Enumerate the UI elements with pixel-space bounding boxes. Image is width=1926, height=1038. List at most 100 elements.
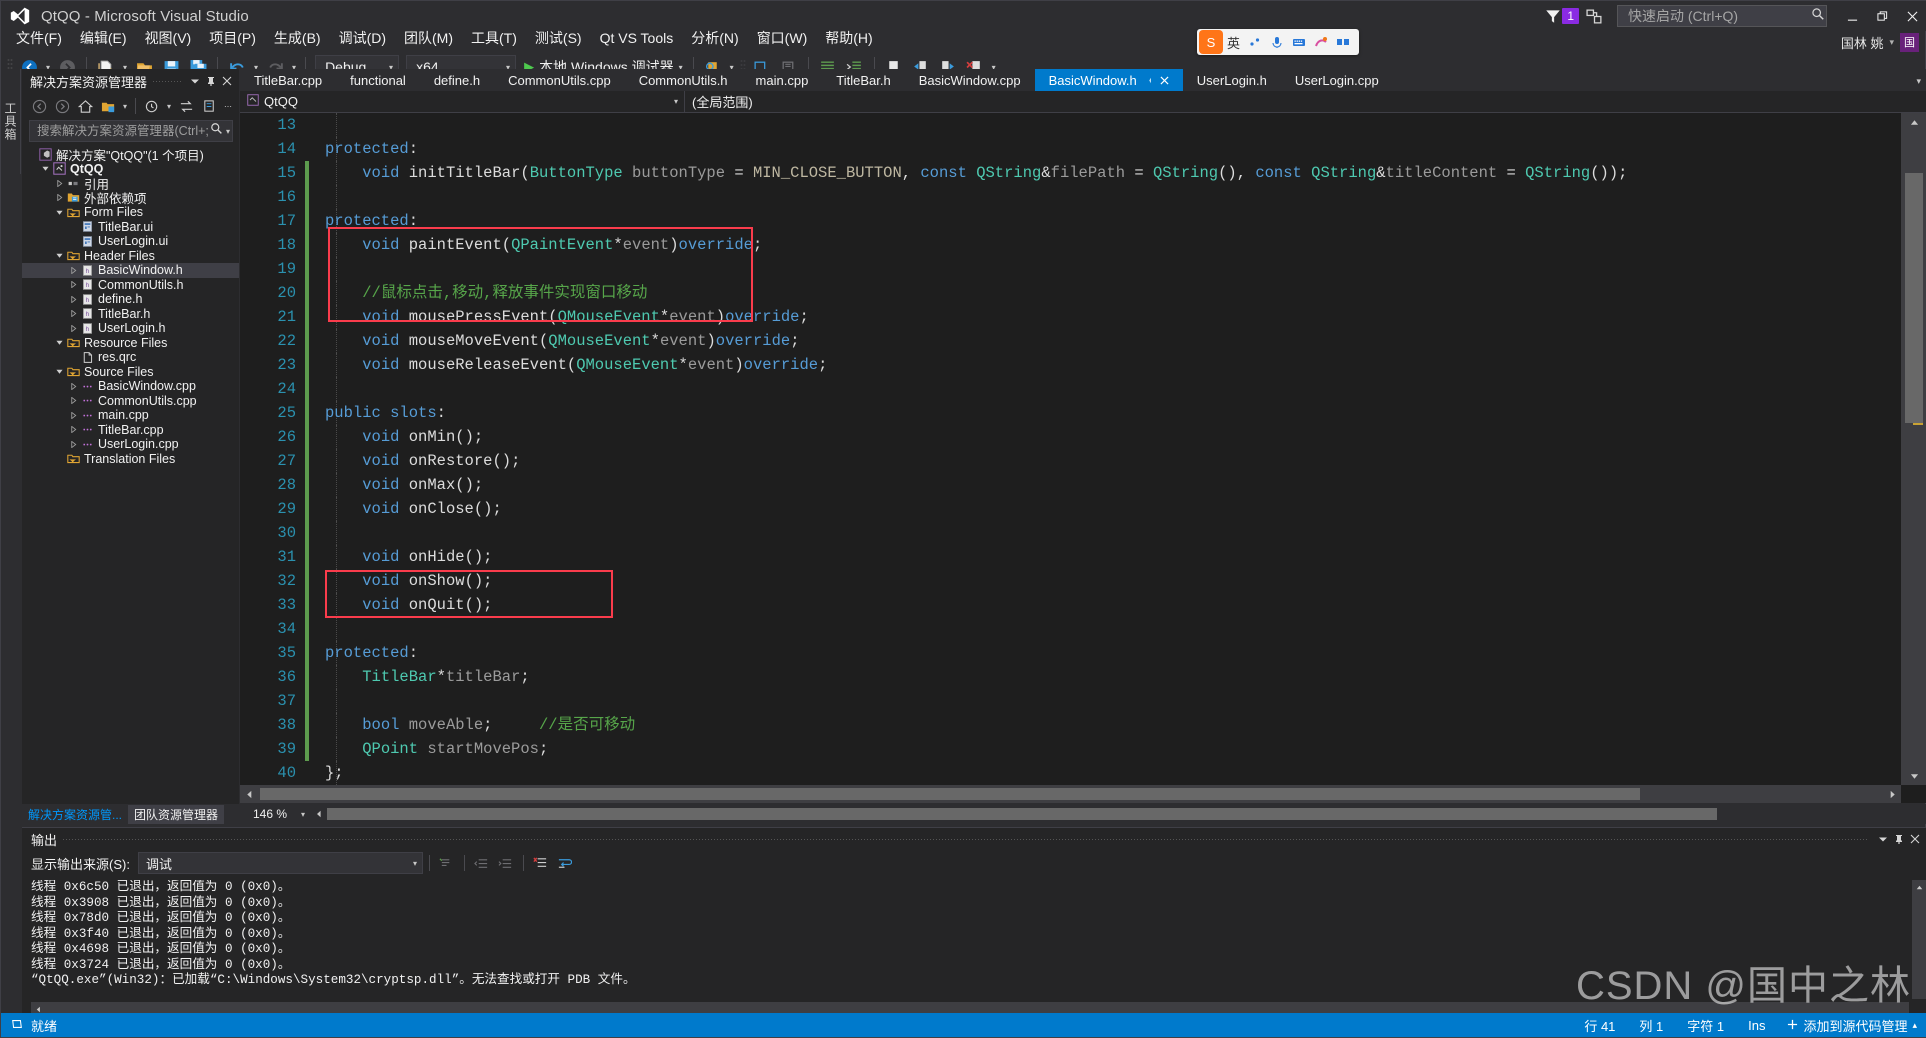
- code-line-13[interactable]: 13: [240, 113, 1901, 137]
- chevron-down-icon[interactable]: ▾: [120, 102, 130, 111]
- code-editor[interactable]: 13 14 protected: 15 void initTitleBar(Butto…: [240, 113, 1926, 803]
- tree-item--[interactable]: 外部依赖项: [22, 191, 239, 206]
- expand-collapse-closed-icon[interactable]: [68, 397, 79, 405]
- forward-icon[interactable]: [51, 95, 73, 117]
- properties-icon[interactable]: [198, 95, 220, 117]
- tree-item-userlogin.h[interactable]: h UserLogin.h: [22, 321, 239, 336]
- expand-collapse-closed-icon[interactable]: [68, 281, 79, 289]
- editor-tab-titlebar-h[interactable]: TitleBar.h: [822, 69, 905, 91]
- chevron-down-icon[interactable]: [1875, 830, 1891, 848]
- scroll-up-arrow-icon[interactable]: [1912, 880, 1926, 894]
- menu-help[interactable]: 帮助(H): [816, 26, 881, 50]
- code-line-19[interactable]: 19: [240, 257, 1901, 281]
- skin-icon[interactable]: [1313, 35, 1328, 50]
- find-message-icon[interactable]: [436, 852, 458, 874]
- bottom-scroll-thumb[interactable]: [327, 808, 1717, 820]
- code-line-24[interactable]: 24: [240, 377, 1901, 401]
- editor-tab-strip[interactable]: TitleBar.cpp functional define.h CommonUtil…: [240, 69, 1926, 91]
- expand-collapse-closed-icon[interactable]: [54, 194, 65, 202]
- menu-view[interactable]: 视图(V): [136, 26, 201, 50]
- menu-test[interactable]: 测试(S): [526, 26, 591, 50]
- tree-item-titlebar.h[interactable]: h TitleBar.h: [22, 307, 239, 322]
- show-all-files-icon[interactable]: [97, 95, 119, 117]
- editor-zoom-combo[interactable]: 146 % ▾: [247, 804, 309, 824]
- tree-item-main.cpp[interactable]: main.cpp: [22, 408, 239, 423]
- code-line-31[interactable]: 31 void onHide();: [240, 545, 1901, 569]
- code-line-38[interactable]: 38 bool moveAble; //是否可移动: [240, 713, 1901, 737]
- chevron-down-icon[interactable]: ▾: [1889, 37, 1894, 48]
- menu-team[interactable]: 团队(M): [395, 26, 462, 50]
- code-lines[interactable]: 13 14 protected: 15 void initTitleBar(Butto…: [240, 113, 1901, 803]
- expand-collapse-closed-icon[interactable]: [68, 310, 79, 318]
- toolbox-vertical-tab[interactable]: 工具箱: [1, 69, 21, 174]
- menu-analyze[interactable]: 分析(N): [682, 26, 747, 50]
- vertical-scroll-thumb[interactable]: [1905, 173, 1923, 423]
- code-line-17[interactable]: 17 protected:: [240, 209, 1901, 233]
- editor-vertical-scrollbar[interactable]: [1901, 113, 1926, 785]
- tree-item-commonutils.cpp[interactable]: CommonUtils.cpp: [22, 394, 239, 409]
- send-feedback-icon[interactable]: [1579, 1, 1609, 31]
- clear-all-icon[interactable]: [530, 852, 552, 874]
- account-area[interactable]: 国林 姚 ▾ 国: [1841, 31, 1919, 53]
- code-line-25[interactable]: 25 public slots:: [240, 401, 1901, 425]
- chevron-down-icon[interactable]: ▾: [674, 97, 678, 106]
- code-line-33[interactable]: 33 void onQuit();: [240, 593, 1901, 617]
- editor-tab-basicwindow-cpp[interactable]: BasicWindow.cpp: [904, 69, 1035, 91]
- menu-window[interactable]: 窗口(W): [748, 26, 817, 50]
- tree-item-header-files[interactable]: Header Files: [22, 249, 239, 264]
- soft-keyboard-icon[interactable]: [1291, 35, 1306, 50]
- expand-collapse-closed-icon[interactable]: [54, 179, 65, 187]
- tab-solution-explorer[interactable]: 解决方案资源管...: [22, 805, 128, 824]
- pin-icon[interactable]: [203, 72, 219, 90]
- back-icon[interactable]: [28, 95, 50, 117]
- code-line-32[interactable]: 32 void onShow();: [240, 569, 1901, 593]
- editor-horizontal-scrollbar[interactable]: [240, 785, 1901, 803]
- minimize-icon[interactable]: [1837, 1, 1867, 31]
- quick-launch-input[interactable]: [1626, 7, 1811, 25]
- search-icon[interactable]: [1811, 7, 1825, 26]
- scroll-left-arrow-icon[interactable]: [240, 785, 258, 803]
- editor-tab-commonutils-cpp[interactable]: CommonUtils.cpp: [494, 69, 625, 91]
- expand-collapse-closed-icon[interactable]: [68, 440, 79, 448]
- tree-item-userlogin.cpp[interactable]: UserLogin.cpp: [22, 437, 239, 452]
- code-line-27[interactable]: 27 void onRestore();: [240, 449, 1901, 473]
- account-name[interactable]: 国林 姚: [1841, 33, 1884, 52]
- code-line-18[interactable]: 18 void paintEvent(QPaintEvent*event)ove…: [240, 233, 1901, 257]
- pending-changes-icon[interactable]: [141, 95, 163, 117]
- sync-with-active-document-icon[interactable]: [175, 95, 197, 117]
- search-icon[interactable]: [210, 122, 223, 140]
- menu-edit[interactable]: 编辑(E): [71, 26, 136, 50]
- punctuation-icon[interactable]: [1247, 35, 1262, 50]
- tree-item-source-files[interactable]: Source Files: [22, 365, 239, 380]
- editor-bottom-scrollbar[interactable]: [311, 804, 1926, 824]
- go-to-next-message-icon[interactable]: [495, 852, 517, 874]
- editor-tab-userlogin-h[interactable]: UserLogin.h: [1182, 69, 1281, 91]
- editor-tab-basicwindow-h[interactable]: BasicWindow.h: [1034, 69, 1183, 91]
- notification-count-badge[interactable]: 1: [1562, 8, 1579, 24]
- tree-item-titlebar.ui[interactable]: TitleBar.ui: [22, 220, 239, 235]
- expand-collapse-open-icon[interactable]: [54, 252, 65, 259]
- expand-collapse-open-icon[interactable]: [54, 209, 65, 216]
- scroll-left-arrow-icon[interactable]: [311, 806, 327, 822]
- code-line-15[interactable]: 15 void initTitleBar(ButtonType buttonTy…: [240, 161, 1901, 185]
- code-line-21[interactable]: 21 void mousePressEvent(QMouseEvent*even…: [240, 305, 1901, 329]
- search-input[interactable]: [35, 123, 210, 139]
- code-line-40[interactable]: 40};: [240, 761, 1901, 785]
- output-vertical-scrollbar[interactable]: [1912, 880, 1926, 999]
- chevron-down-icon[interactable]: ▾: [301, 810, 305, 819]
- code-line-29[interactable]: 29 void onClose();: [240, 497, 1901, 521]
- tab-overflow-icon[interactable]: ▾: [1916, 76, 1921, 87]
- solution-tree[interactable]: 解决方案"QtQQ"(1 个项目) QtQQ 引用 外部依赖项 Form Files Ti…: [22, 144, 239, 804]
- expand-collapse-closed-icon[interactable]: [68, 295, 79, 303]
- solution-explorer-search[interactable]: ▾: [29, 120, 233, 142]
- pin-icon[interactable]: [1891, 830, 1907, 848]
- go-to-previous-message-icon[interactable]: [471, 852, 493, 874]
- code-line-35[interactable]: 35 protected:: [240, 641, 1901, 665]
- scroll-right-arrow-icon[interactable]: [1883, 785, 1901, 803]
- code-line-26[interactable]: 26 void onMin();: [240, 425, 1901, 449]
- expand-collapse-closed-icon[interactable]: [68, 411, 79, 419]
- editor-tab-userlogin-cpp[interactable]: UserLogin.cpp: [1280, 69, 1393, 91]
- editor-tab-main-cpp[interactable]: main.cpp: [741, 69, 823, 91]
- close-icon[interactable]: [219, 72, 235, 90]
- add-to-source-control-button[interactable]: 添加到源代码管理 ▴: [1777, 1016, 1926, 1035]
